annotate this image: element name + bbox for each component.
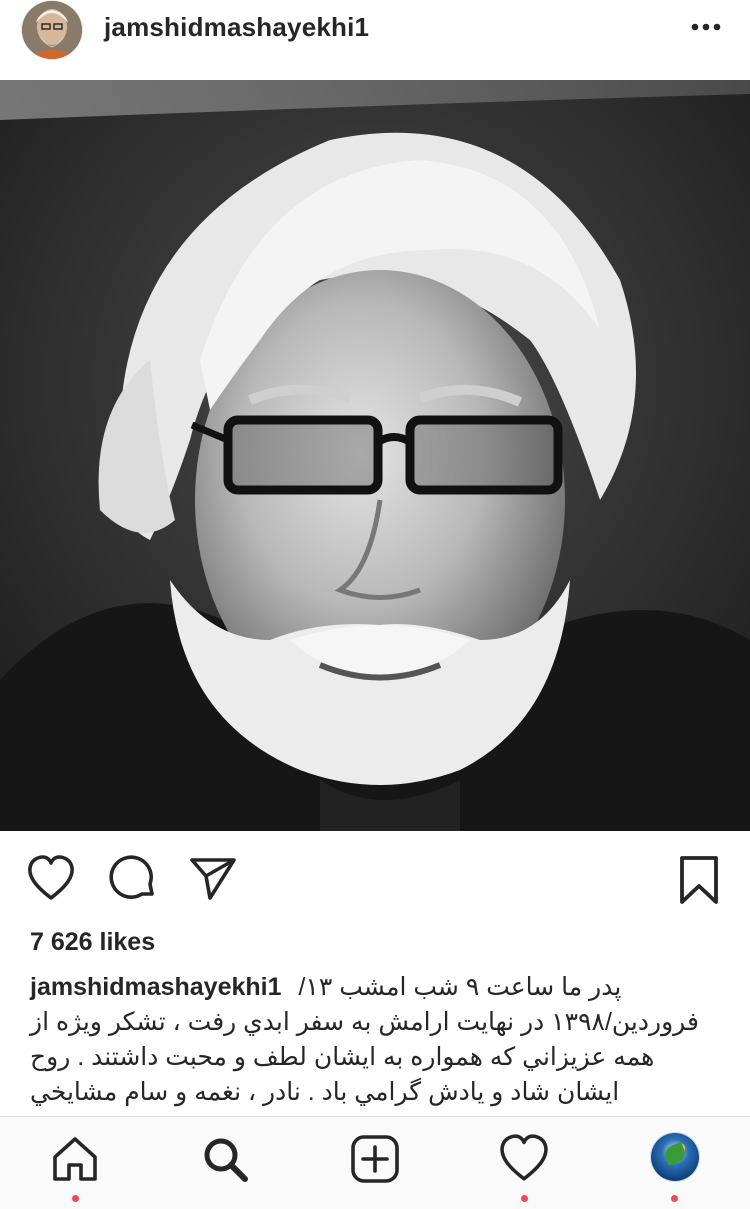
activity-notification-dot <box>521 1195 528 1202</box>
bottom-tab-bar <box>0 1116 750 1209</box>
search-icon <box>204 1138 248 1182</box>
more-options-icon <box>691 23 721 31</box>
comment-icon <box>109 855 154 899</box>
profile-notification-dot <box>671 1195 678 1202</box>
share-button[interactable] <box>188 854 238 902</box>
post-photo[interactable] <box>0 80 750 831</box>
caption-first-line: jamshidmashayekhi1 پدر ما ساعت ۹ شب امشب… <box>30 970 720 1005</box>
add-post-icon <box>351 1135 399 1183</box>
caption-line-2: فروردين/۱۳۹۸ در نهايت ارامش به سفر ابدي … <box>30 1008 699 1036</box>
bookmark-icon <box>680 856 718 904</box>
save-button[interactable] <box>678 854 720 906</box>
tab-new-post[interactable] <box>345 1133 405 1193</box>
tab-search[interactable] <box>195 1133 255 1193</box>
post-username[interactable]: jamshidmashayekhi1 <box>104 12 369 43</box>
profile-avatar-icon <box>651 1133 699 1181</box>
avatar[interactable] <box>22 1 82 59</box>
comment-button[interactable] <box>108 854 158 904</box>
caption-line-1: پدر ما ساعت ۹ شب امشب ۱۳/ <box>298 973 622 1001</box>
caption-line-3: همه عزيزاني که همواره به ايشان لطف و محب… <box>30 1043 655 1071</box>
tab-profile[interactable] <box>645 1133 705 1193</box>
send-icon <box>190 858 236 900</box>
like-button[interactable] <box>26 854 76 902</box>
heart-icon <box>500 1134 548 1181</box>
caption-line-4: ايشان شاد و يادش گرامي باد . نادر ، نغمه… <box>30 1078 620 1106</box>
portrait-image <box>0 80 750 831</box>
post-caption: jamshidmashayekhi1 پدر ما ساعت ۹ شب امشب… <box>30 970 720 1110</box>
home-notification-dot <box>72 1195 79 1202</box>
tab-activity[interactable] <box>494 1133 554 1193</box>
home-icon <box>53 1137 97 1181</box>
caption-username[interactable]: jamshidmashayekhi1 <box>30 973 282 1001</box>
heart-icon <box>28 855 74 900</box>
post-header: jamshidmashayekhi1 <box>0 0 750 80</box>
tab-home[interactable] <box>45 1133 105 1193</box>
likes-count[interactable]: 7 626 likes <box>30 928 155 957</box>
more-options-button[interactable] <box>686 16 726 38</box>
post-actions <box>0 832 750 922</box>
avatar-icon <box>22 1 82 59</box>
